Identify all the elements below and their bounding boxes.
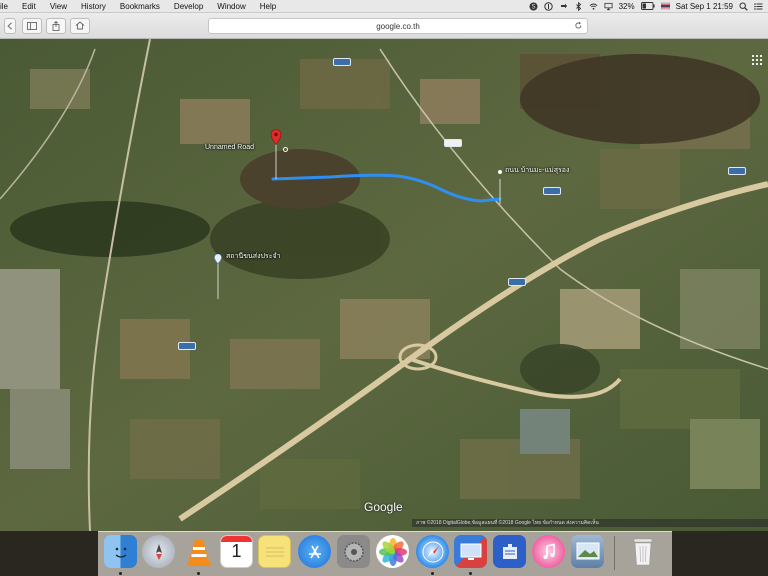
menu-help[interactable]: Help [253,0,283,13]
home-button[interactable] [70,17,90,34]
vlc-icon[interactable] [182,535,215,568]
finder-icon[interactable] [104,535,137,568]
safari-icon[interactable] [416,535,449,568]
flag-icon[interactable] [660,2,670,11]
trash-icon[interactable] [626,535,659,568]
vpn-icon[interactable] [543,1,553,11]
place-marker-icon[interactable] [214,251,222,264]
notifier-icon[interactable] [493,535,526,568]
dock-separator [614,536,615,570]
menu-window[interactable]: Window [210,0,252,13]
sidebar-button[interactable] [22,17,42,34]
menu-edit[interactable]: Edit [15,0,43,13]
google-logo: Google [364,500,403,514]
satellite-imagery [0,39,768,531]
route-shield [444,139,462,147]
menu-bar: ile Edit View History Bookmarks Develop … [0,0,768,13]
menu-develop[interactable]: Develop [167,0,210,13]
menu-history[interactable]: History [74,0,113,13]
menu-view[interactable]: View [43,0,74,13]
place-label-left[interactable]: สถานีขนส่งประจำ [226,251,280,262]
route-shield [543,187,561,195]
running-indicator [197,572,200,575]
map-attribution[interactable]: ภาพ ©2018 DigitalGlobe,ข้อมูลแผนที่ ©201… [412,519,768,527]
pin-label[interactable]: Unnamed Road [205,144,254,151]
route-shield [508,278,526,286]
calendar-day: 1 [231,541,242,561]
remote-desktop-icon[interactable] [454,535,487,568]
preview-icon[interactable] [571,535,604,568]
dock-area: 1 [0,531,768,576]
route-shield [728,167,746,175]
menu-bookmarks[interactable]: Bookmarks [113,0,167,13]
route-shield [333,58,351,66]
place-dot [498,170,502,174]
launchpad-icon[interactable] [142,535,175,568]
wifi-icon[interactable] [589,2,598,11]
running-indicator [431,572,434,575]
menubar-clock[interactable]: Sat Sep 1 21:59 [676,2,733,11]
apps-grid-icon[interactable] [752,52,762,65]
calendar-icon[interactable]: 1 [220,535,253,568]
app-menu: ile Edit View History Bookmarks Develop … [0,0,283,12]
desktop-screen: ile Edit View History Bookmarks Develop … [0,0,768,576]
reload-icon[interactable] [574,21,583,32]
svg-text:S: S [531,4,535,10]
notes-icon[interactable] [258,535,291,568]
running-indicator [119,572,122,575]
battery-icon[interactable] [640,2,655,11]
menu-file[interactable]: ile [0,0,15,13]
share-button[interactable] [46,17,66,34]
browser-toolbar: google.co.th [0,13,768,39]
system-preferences-icon[interactable] [337,535,370,568]
photos-icon[interactable] [376,535,409,568]
running-indicator [469,572,472,575]
dock: 1 [98,531,672,576]
sync-icon[interactable] [559,2,568,11]
address-bar[interactable]: google.co.th [208,18,588,34]
notification-center-icon[interactable] [754,2,763,11]
pin-dot [283,147,288,152]
airplay-icon[interactable] [604,2,613,11]
satellite-map[interactable]: Unnamed Road สถานีขนส่งประจำ ถนน บ้านมะ-… [0,39,768,531]
bluetooth-icon[interactable] [574,1,583,11]
status-area: S 32% Sat Sep 1 21:59 [526,0,768,12]
address-url: google.co.th [376,21,420,31]
battery-percent: 32% [618,1,635,11]
itunes-icon[interactable] [532,535,565,568]
place-label-right[interactable]: ถนน บ้านมะ-แม่สุรอง [505,165,569,176]
back-button[interactable] [4,17,16,34]
location-pin-icon[interactable] [270,129,282,145]
skype-icon[interactable]: S [529,2,538,11]
search-icon[interactable] [739,2,748,11]
route-shield [178,342,196,350]
app-store-icon[interactable] [298,535,331,568]
